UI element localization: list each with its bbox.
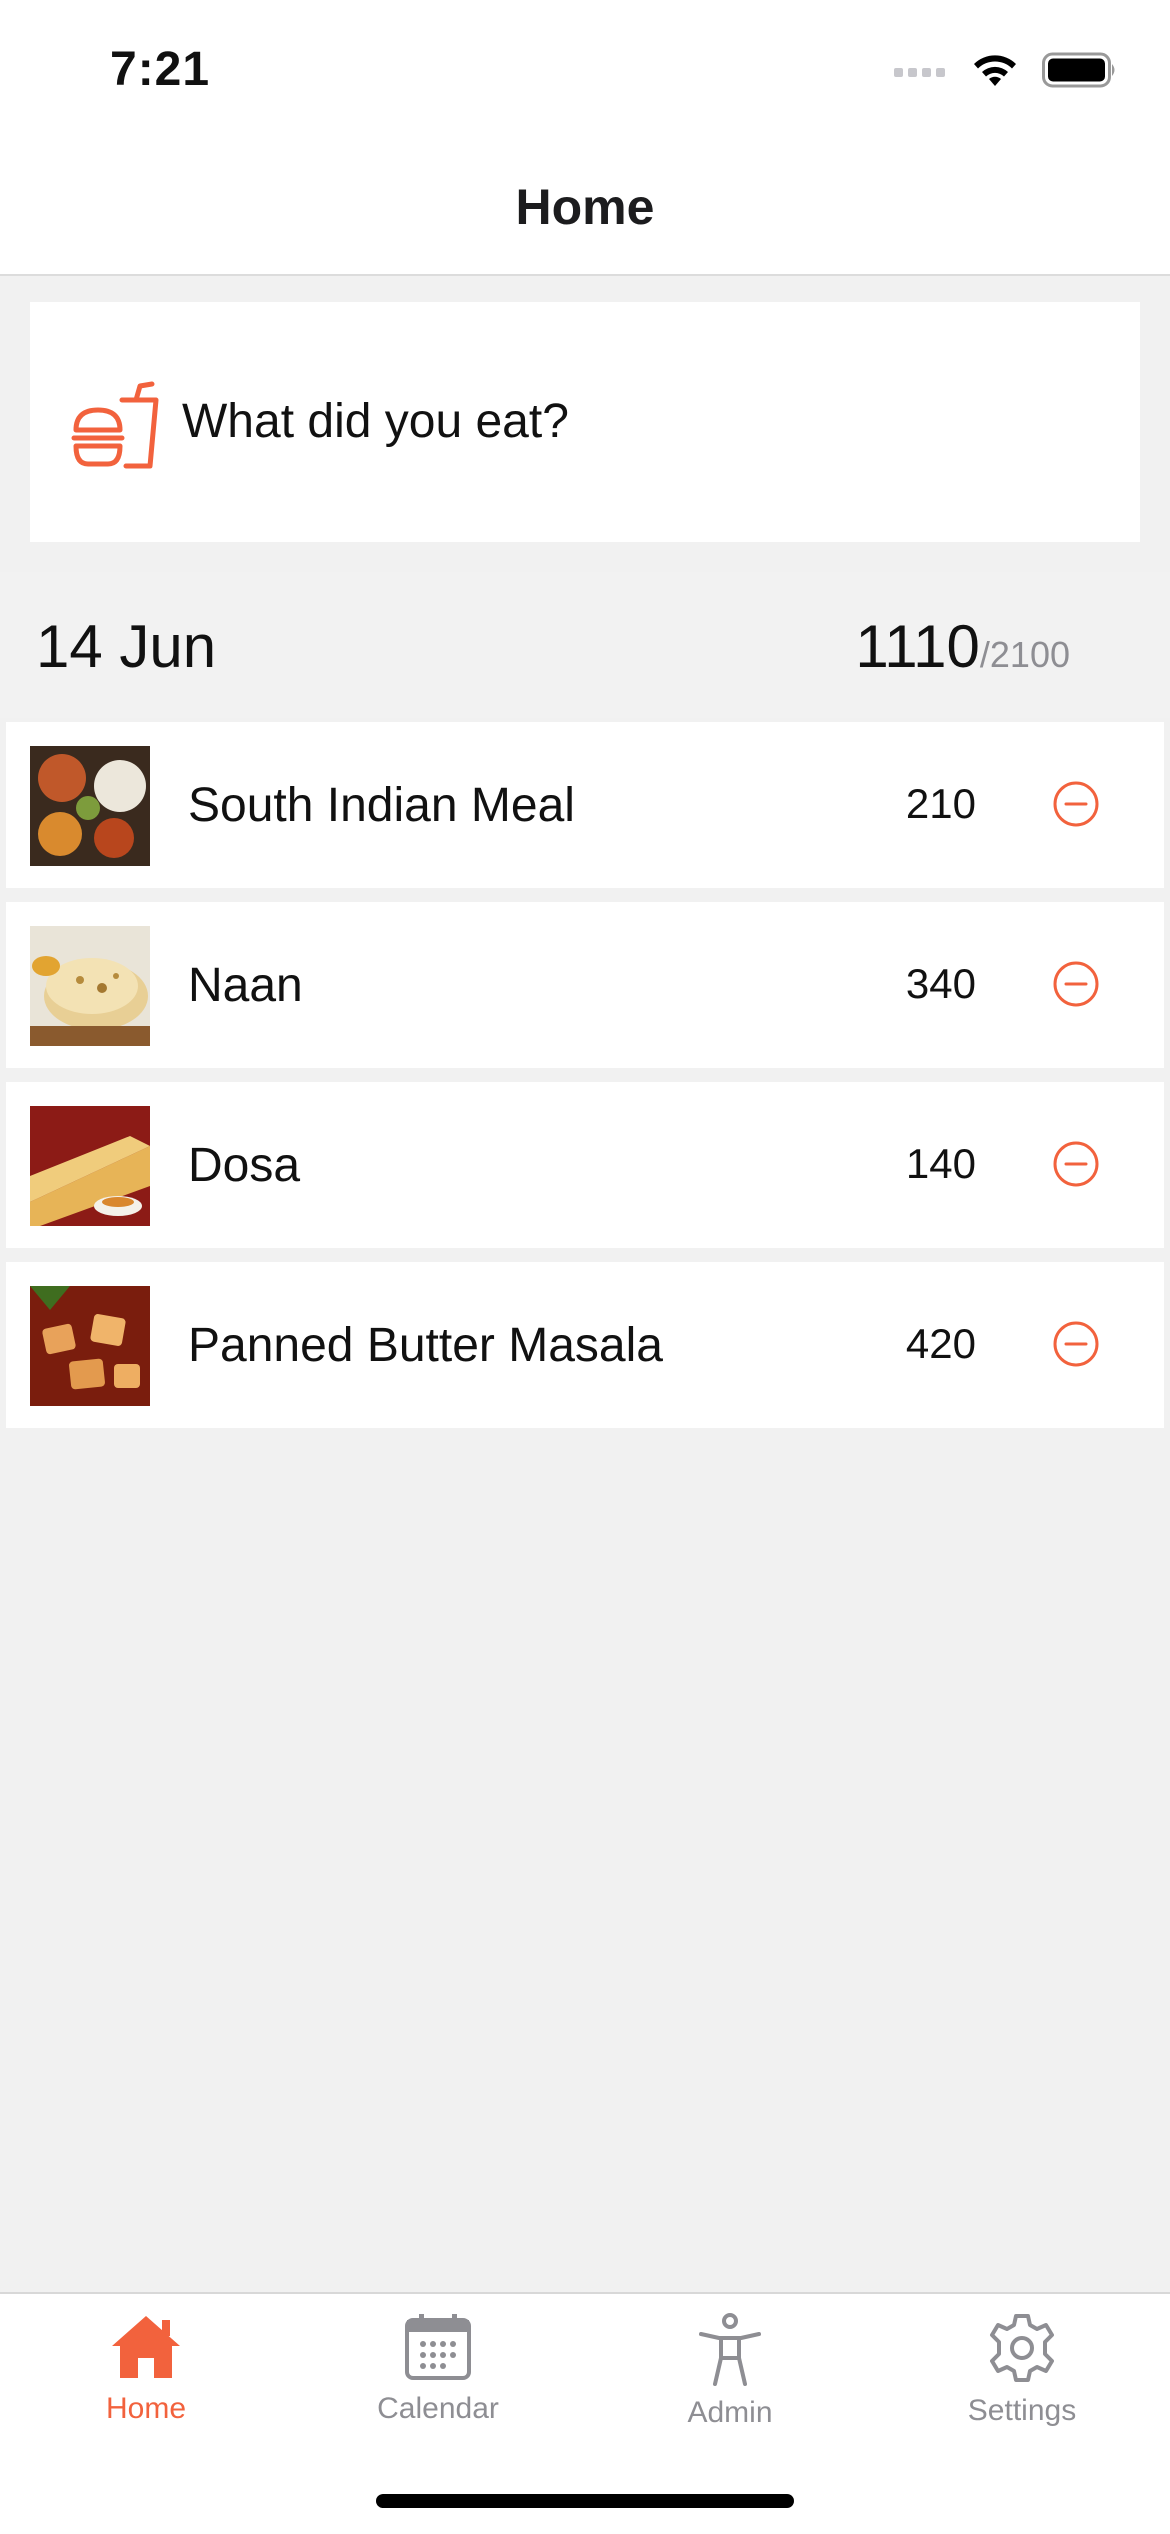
calorie-goal: /2100 xyxy=(979,634,1070,675)
what-did-you-eat-button[interactable]: What did you eat? xyxy=(30,302,1140,542)
tab-label: Home xyxy=(105,2392,187,2425)
tab-bar: Home Calendar Admin Settings xyxy=(0,2292,1170,2534)
tab-label: Calendar xyxy=(377,2392,499,2425)
food-name: Naan xyxy=(188,959,303,1012)
home-icon xyxy=(112,2316,180,2378)
naan-thumbnail xyxy=(30,926,150,1046)
list-item[interactable]: Naan 340 xyxy=(6,902,1164,1068)
signal-icon xyxy=(894,68,945,77)
food-calories: 140 xyxy=(905,1140,976,1187)
list-item[interactable]: Dosa 140 xyxy=(6,1082,1164,1248)
wifi-icon xyxy=(974,55,1016,86)
dosa-thumbnail xyxy=(30,1106,150,1226)
status-time: 7:21 xyxy=(110,43,211,96)
remove-icon[interactable] xyxy=(1052,1140,1100,1188)
calendar-icon xyxy=(405,2314,471,2380)
list-item[interactable]: Panned Butter Masala 420 xyxy=(6,1262,1164,1428)
tab-settings[interactable]: Settings xyxy=(876,2312,1168,2462)
food-calories: 210 xyxy=(905,780,976,827)
status-icons xyxy=(894,52,1118,88)
meal-thumbnail xyxy=(30,746,150,866)
tab-label: Settings xyxy=(967,2394,1077,2427)
nav-header: Home xyxy=(0,140,1170,276)
list-item[interactable]: South Indian Meal 210 xyxy=(6,722,1164,888)
burger-drink-icon xyxy=(71,381,159,469)
tab-label: Admin xyxy=(687,2396,773,2429)
tab-admin[interactable]: Admin xyxy=(584,2312,876,2462)
tab-calendar[interactable]: Calendar xyxy=(292,2312,584,2462)
home-indicator xyxy=(376,2494,794,2508)
status-bar: 7:21 xyxy=(0,0,1170,140)
calorie-total: 1110/2100 xyxy=(855,612,1070,681)
page-title: Home xyxy=(515,179,655,235)
tab-home[interactable]: Home xyxy=(0,2312,292,2462)
food-calories: 420 xyxy=(905,1320,976,1367)
food-list: South Indian Meal 210 Naan 340 Dosa 140 … xyxy=(6,722,1164,1442)
person-icon xyxy=(699,2313,761,2386)
calorie-consumed: 1110 xyxy=(855,613,980,680)
remove-icon[interactable] xyxy=(1052,1320,1100,1368)
remove-icon[interactable] xyxy=(1052,960,1100,1008)
summary-date: 14 Jun xyxy=(36,613,217,680)
battery-icon xyxy=(1042,52,1115,88)
food-name: Dosa xyxy=(188,1139,301,1192)
prompt-label: What did you eat? xyxy=(182,395,569,448)
daily-summary: 14 Jun 1110/2100 xyxy=(0,572,1170,718)
food-name: Panned Butter Masala xyxy=(188,1319,663,1372)
remove-icon[interactable] xyxy=(1052,780,1100,828)
gear-icon xyxy=(990,2314,1054,2382)
food-calories: 340 xyxy=(905,960,976,1007)
food-name: South Indian Meal xyxy=(188,779,575,832)
masala-thumbnail xyxy=(30,1286,150,1406)
